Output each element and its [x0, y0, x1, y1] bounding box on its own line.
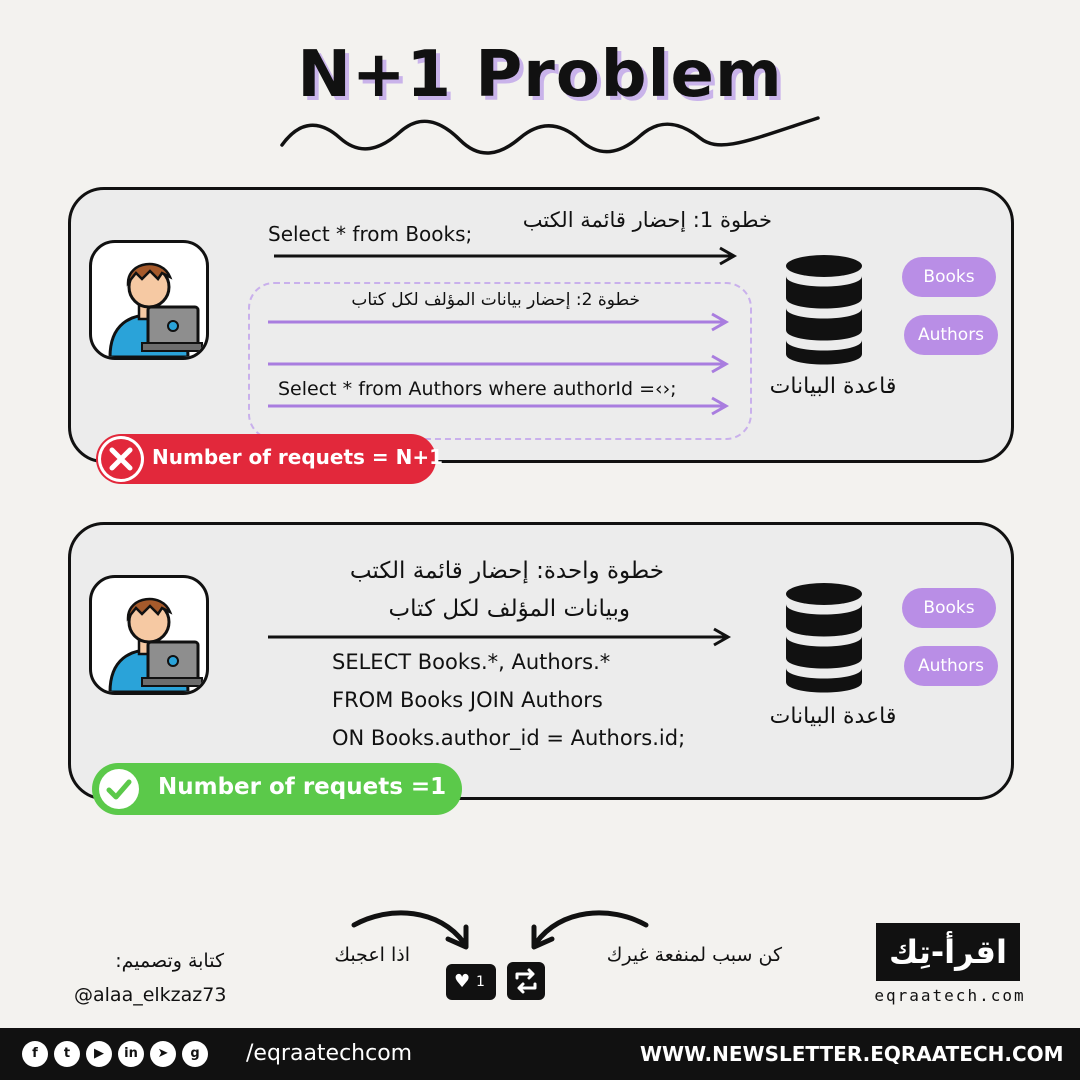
badge-text: Number of requets = N+1 [152, 445, 444, 469]
repost-button[interactable] [507, 962, 545, 1000]
join-query-line3: ON Books.author_id = Authors.id; [332, 726, 686, 750]
table-authors-pill: Authors [904, 646, 998, 686]
like-cta-text: اذا اعجبك [334, 944, 410, 966]
linkedin-icon[interactable]: in [118, 1041, 144, 1067]
credit-handle: @alaa_elkzaz73 [74, 984, 227, 1006]
social-icons: f t ▶ in ➤ g [22, 1041, 214, 1067]
brand-logo: اقرأ-تِك [876, 923, 1020, 981]
youtube-icon[interactable]: ▶ [86, 1041, 112, 1067]
database-label: قاعدة البيانات [769, 374, 897, 399]
step1-query: Select * from Books; [268, 222, 473, 246]
like-count: 1 [476, 974, 485, 990]
developer-avatar [89, 240, 209, 360]
heart-icon: ♥ [454, 971, 471, 992]
developer-at-laptop-icon [108, 597, 203, 692]
twitter-icon[interactable]: t [54, 1041, 80, 1067]
step2-label: خطوة 2: إحضار بيانات المؤلف لكل كتاب [351, 290, 640, 310]
single-step-label-line2: وبيانات المؤلف لكل كتاب [388, 596, 630, 622]
credit-label: كتابة وتصميم: [115, 950, 224, 972]
badge-text: Number of requets =1 [158, 774, 447, 800]
error-x-icon [98, 436, 144, 482]
developer-avatar [89, 575, 209, 695]
single-step-arrow [268, 627, 732, 647]
step2-arrows [268, 312, 730, 416]
table-books-pill: Books [902, 588, 996, 628]
share-cta-text: كن سبب لمنفعة غيرك [606, 944, 782, 966]
telegram-icon[interactable]: ➤ [150, 1041, 176, 1067]
database-icon [786, 255, 862, 365]
logo-url: eqraatech.com [874, 986, 1026, 1005]
join-query-line2: FROM Books JOIN Authors [332, 688, 603, 712]
join-query-line1: SELECT Books.*, Authors.* [332, 650, 611, 674]
facebook-icon[interactable]: f [22, 1041, 48, 1067]
github-icon[interactable]: g [182, 1041, 208, 1067]
status-badge-success: Number of requets =1 [92, 763, 462, 815]
title-underline-squiggle [280, 116, 820, 155]
single-step-label-line1: خطوة واحدة: إحضار قائمة الكتب [349, 558, 664, 584]
footer-bar: f t ▶ in ➤ g /eqraatechcom WWW.NEWSLETTER.EQR… [0, 1028, 1080, 1080]
table-authors-pill: Authors [904, 315, 998, 355]
step1-label: خطوة 1: إحضار قائمة الكتب [522, 208, 772, 232]
newsletter-link[interactable]: WWW.NEWSLETTER.EQRAATECH.COM [640, 1042, 1064, 1066]
logo-text: اقرأ-تِك [889, 933, 1007, 971]
status-badge-error: Number of requets = N+1 [96, 434, 443, 484]
page-title: N+1 Problem [297, 38, 783, 112]
social-handle[interactable]: /eqraatechcom [246, 1041, 412, 1066]
table-books-pill: Books [902, 257, 996, 297]
step2-query: Select * from Authors where authorId =‹›… [278, 378, 677, 400]
like-button[interactable]: ♥ 1 [446, 964, 496, 1000]
step1-arrow [274, 246, 738, 266]
repost-icon [515, 968, 537, 994]
database-icon [786, 583, 862, 693]
developer-at-laptop-icon [108, 262, 203, 357]
database-label: قاعدة البيانات [769, 704, 897, 729]
success-check-icon [96, 766, 142, 812]
